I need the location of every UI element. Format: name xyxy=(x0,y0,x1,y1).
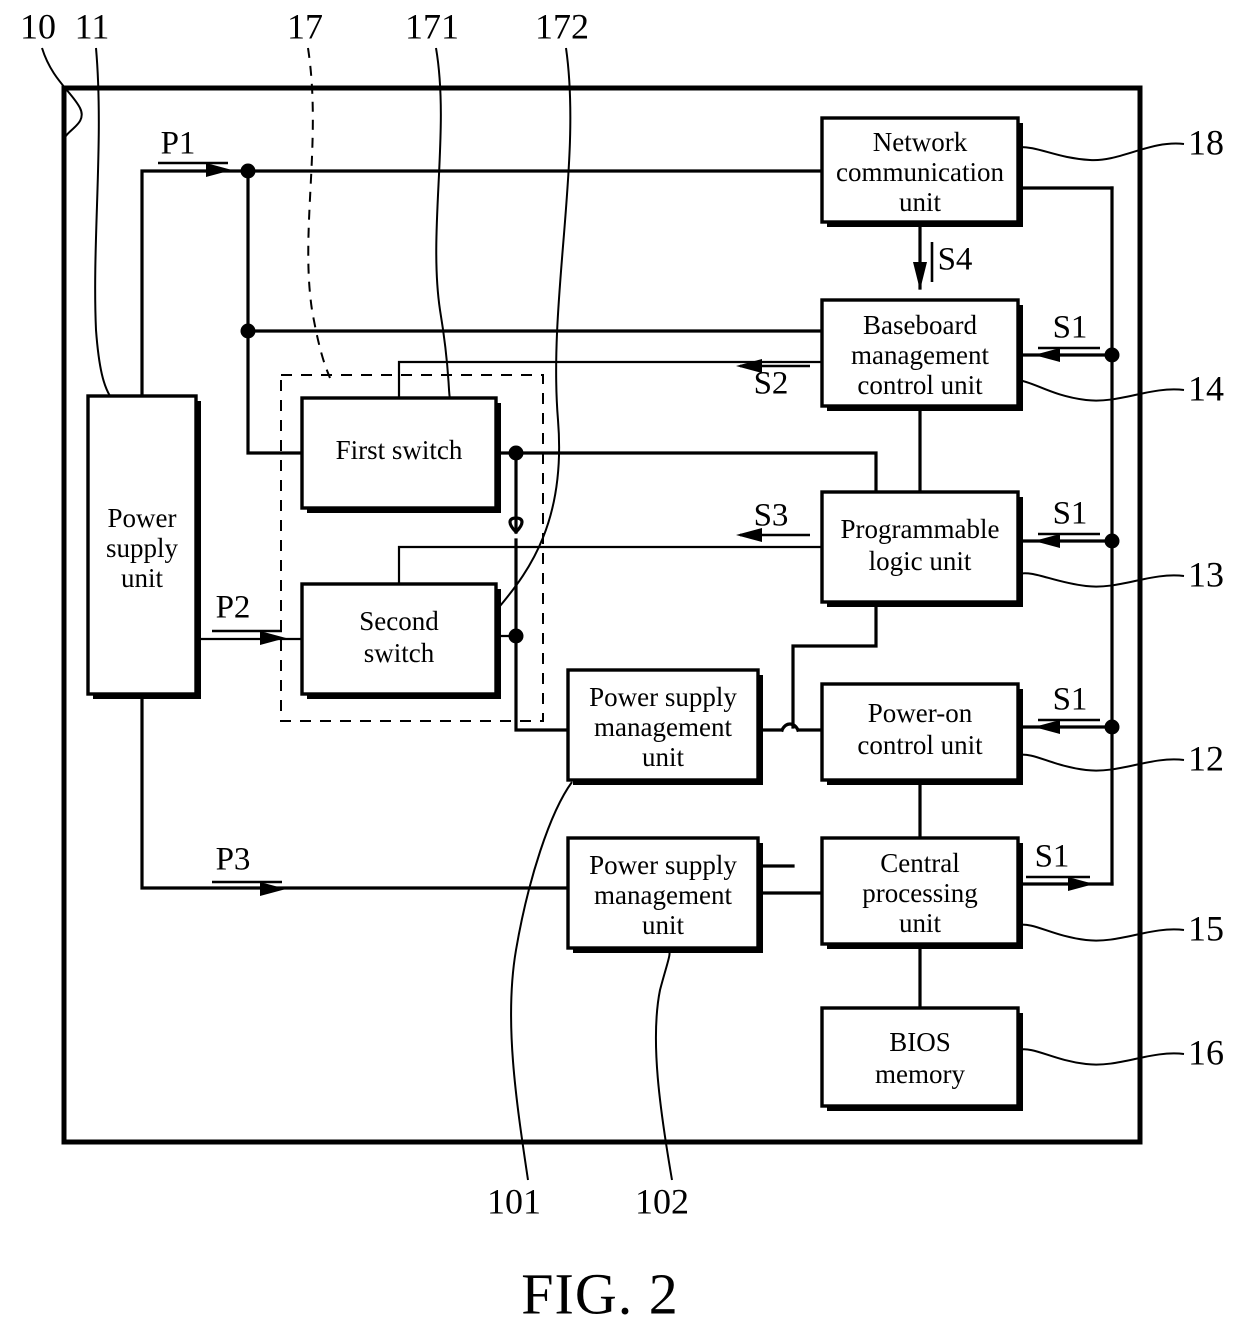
block-label-line: control unit xyxy=(857,730,983,760)
block-label-line: supply xyxy=(106,533,179,563)
junction-dot-first-switch-out xyxy=(508,445,524,461)
block-network-communication-unit[interactable]: Network communication unit xyxy=(820,116,1023,227)
leader-101 xyxy=(510,781,573,1181)
block-bios-memory[interactable]: BIOS memory xyxy=(820,1006,1023,1111)
block-label-line: First switch xyxy=(336,435,463,465)
ref-number-11: 11 xyxy=(75,6,110,46)
arrow-s1-plu xyxy=(1034,534,1060,548)
leader-171 xyxy=(435,47,451,400)
patent-figure-2: P1 P2 P3 S4 S2 S3 S1 S1 S1 S1 Power supp… xyxy=(0,0,1240,1340)
block-power-supply-management-unit-1[interactable]: Power supply management unit xyxy=(566,668,763,785)
block-label-line: Power-on xyxy=(868,698,973,728)
block-label-line: logic unit xyxy=(869,546,972,576)
block-baseboard-management-control-unit[interactable]: Baseboard management control unit xyxy=(820,298,1023,411)
junction-dot-p1-bmc xyxy=(240,323,256,339)
leader-12 xyxy=(1017,753,1185,772)
arrow-s1-poweron xyxy=(1034,720,1060,734)
block-label-line: communication xyxy=(836,157,1004,187)
arrow-p1 xyxy=(206,163,232,177)
block-power-supply-unit[interactable]: Power supply unit xyxy=(86,394,201,699)
signal-label-p1: P1 xyxy=(161,126,196,162)
leader-15 xyxy=(1017,923,1185,942)
ref-number-172: 172 xyxy=(535,6,589,46)
block-label-line: Second xyxy=(359,606,439,636)
signal-label-s1-cpu: S1 xyxy=(1035,839,1070,875)
ref-number-15: 15 xyxy=(1188,908,1224,948)
block-label-line: Power supply xyxy=(589,682,737,712)
leader-14 xyxy=(1017,379,1185,402)
block-label-line: Power supply xyxy=(589,850,737,880)
block-central-processing-unit[interactable]: Central processing unit xyxy=(820,836,1023,949)
junction-dot-s1-bmc xyxy=(1104,347,1120,363)
junction-dot-p1-top xyxy=(240,163,256,179)
block-label-line: unit xyxy=(642,742,685,772)
block-label-line: unit xyxy=(642,910,685,940)
block-programmable-logic-unit[interactable]: Programmable logic unit xyxy=(820,490,1023,607)
block-first-switch[interactable]: First switch xyxy=(300,396,501,513)
junction-dot-s1-poweron xyxy=(1104,719,1120,735)
block-label-line: management xyxy=(594,880,732,910)
block-label-line: Baseboard xyxy=(863,310,977,340)
signal-label-p3: P3 xyxy=(216,842,251,878)
figure-canvas: P1 P2 P3 S4 S2 S3 S1 S1 S1 S1 Power supp… xyxy=(20,6,1224,1326)
junction-dot-second-switch-out xyxy=(508,628,524,644)
block-label-line: memory xyxy=(875,1059,965,1089)
block-power-supply-management-unit-2[interactable]: Power supply management unit xyxy=(566,836,763,953)
arrow-p3 xyxy=(260,882,286,896)
signal-label-s1-bmc: S1 xyxy=(1053,310,1088,346)
leader-102 xyxy=(654,949,673,1181)
block-label-line: unit xyxy=(899,908,942,938)
leader-13 xyxy=(1017,572,1185,588)
leader-18 xyxy=(1017,142,1185,162)
wire-p1-from-psu xyxy=(140,169,250,398)
signal-label-s4: S4 xyxy=(938,242,973,278)
block-label-line: BIOS xyxy=(889,1027,951,1057)
arrow-p2 xyxy=(260,631,286,645)
block-label-line: processing xyxy=(862,878,977,908)
ref-number-12: 12 xyxy=(1188,738,1224,778)
block-label-line: unit xyxy=(121,563,164,593)
leader-16 xyxy=(1017,1048,1185,1066)
ref-number-171: 171 xyxy=(405,6,459,46)
arrow-s1-cpu xyxy=(1068,877,1094,891)
wire-psmu1-poweron-hop xyxy=(779,722,801,733)
block-label-line: control unit xyxy=(857,370,983,400)
signal-label-s2: S2 xyxy=(754,366,789,402)
ref-number-14: 14 xyxy=(1188,368,1224,408)
block-label-line: Network xyxy=(873,127,968,157)
block-power-on-control-unit[interactable]: Power-on control unit xyxy=(820,682,1023,785)
ref-number-101: 101 xyxy=(487,1181,541,1221)
arrow-s1-bmc xyxy=(1034,348,1060,362)
wire-p1-to-first-switch xyxy=(246,329,304,455)
signal-label-p2: P2 xyxy=(216,590,251,626)
block-label-line: unit xyxy=(899,187,942,217)
leader-17 xyxy=(307,47,331,379)
signal-label-s1-plu: S1 xyxy=(1053,496,1088,532)
wire-s3-plu-to-second-switch xyxy=(397,545,824,586)
ref-number-10: 10 xyxy=(20,6,56,46)
arrow-s4 xyxy=(913,262,927,290)
wire-first-switch-to-plu xyxy=(494,451,878,494)
ref-number-102: 102 xyxy=(635,1181,689,1221)
ref-number-13: 13 xyxy=(1188,554,1224,594)
signal-label-s3: S3 xyxy=(754,498,789,534)
signal-label-s1-poweron: S1 xyxy=(1053,682,1088,718)
block-label-line: management xyxy=(851,340,989,370)
wire-p3-to-psmu2 xyxy=(140,692,570,890)
block-label-line: Power xyxy=(108,503,177,533)
block-second-switch[interactable]: Second switch xyxy=(300,582,501,699)
block-label-line: switch xyxy=(364,638,435,668)
figure-caption: FIG. 2 xyxy=(521,1261,678,1326)
ref-number-16: 16 xyxy=(1188,1032,1224,1072)
ref-number-18: 18 xyxy=(1188,122,1224,162)
leader-11 xyxy=(94,47,111,397)
block-label-line: Programmable xyxy=(841,514,1000,544)
block-label-line: management xyxy=(594,712,732,742)
junction-dot-s1-plu xyxy=(1104,533,1120,549)
ref-number-17: 17 xyxy=(287,6,323,46)
block-label-line: Central xyxy=(880,848,959,878)
